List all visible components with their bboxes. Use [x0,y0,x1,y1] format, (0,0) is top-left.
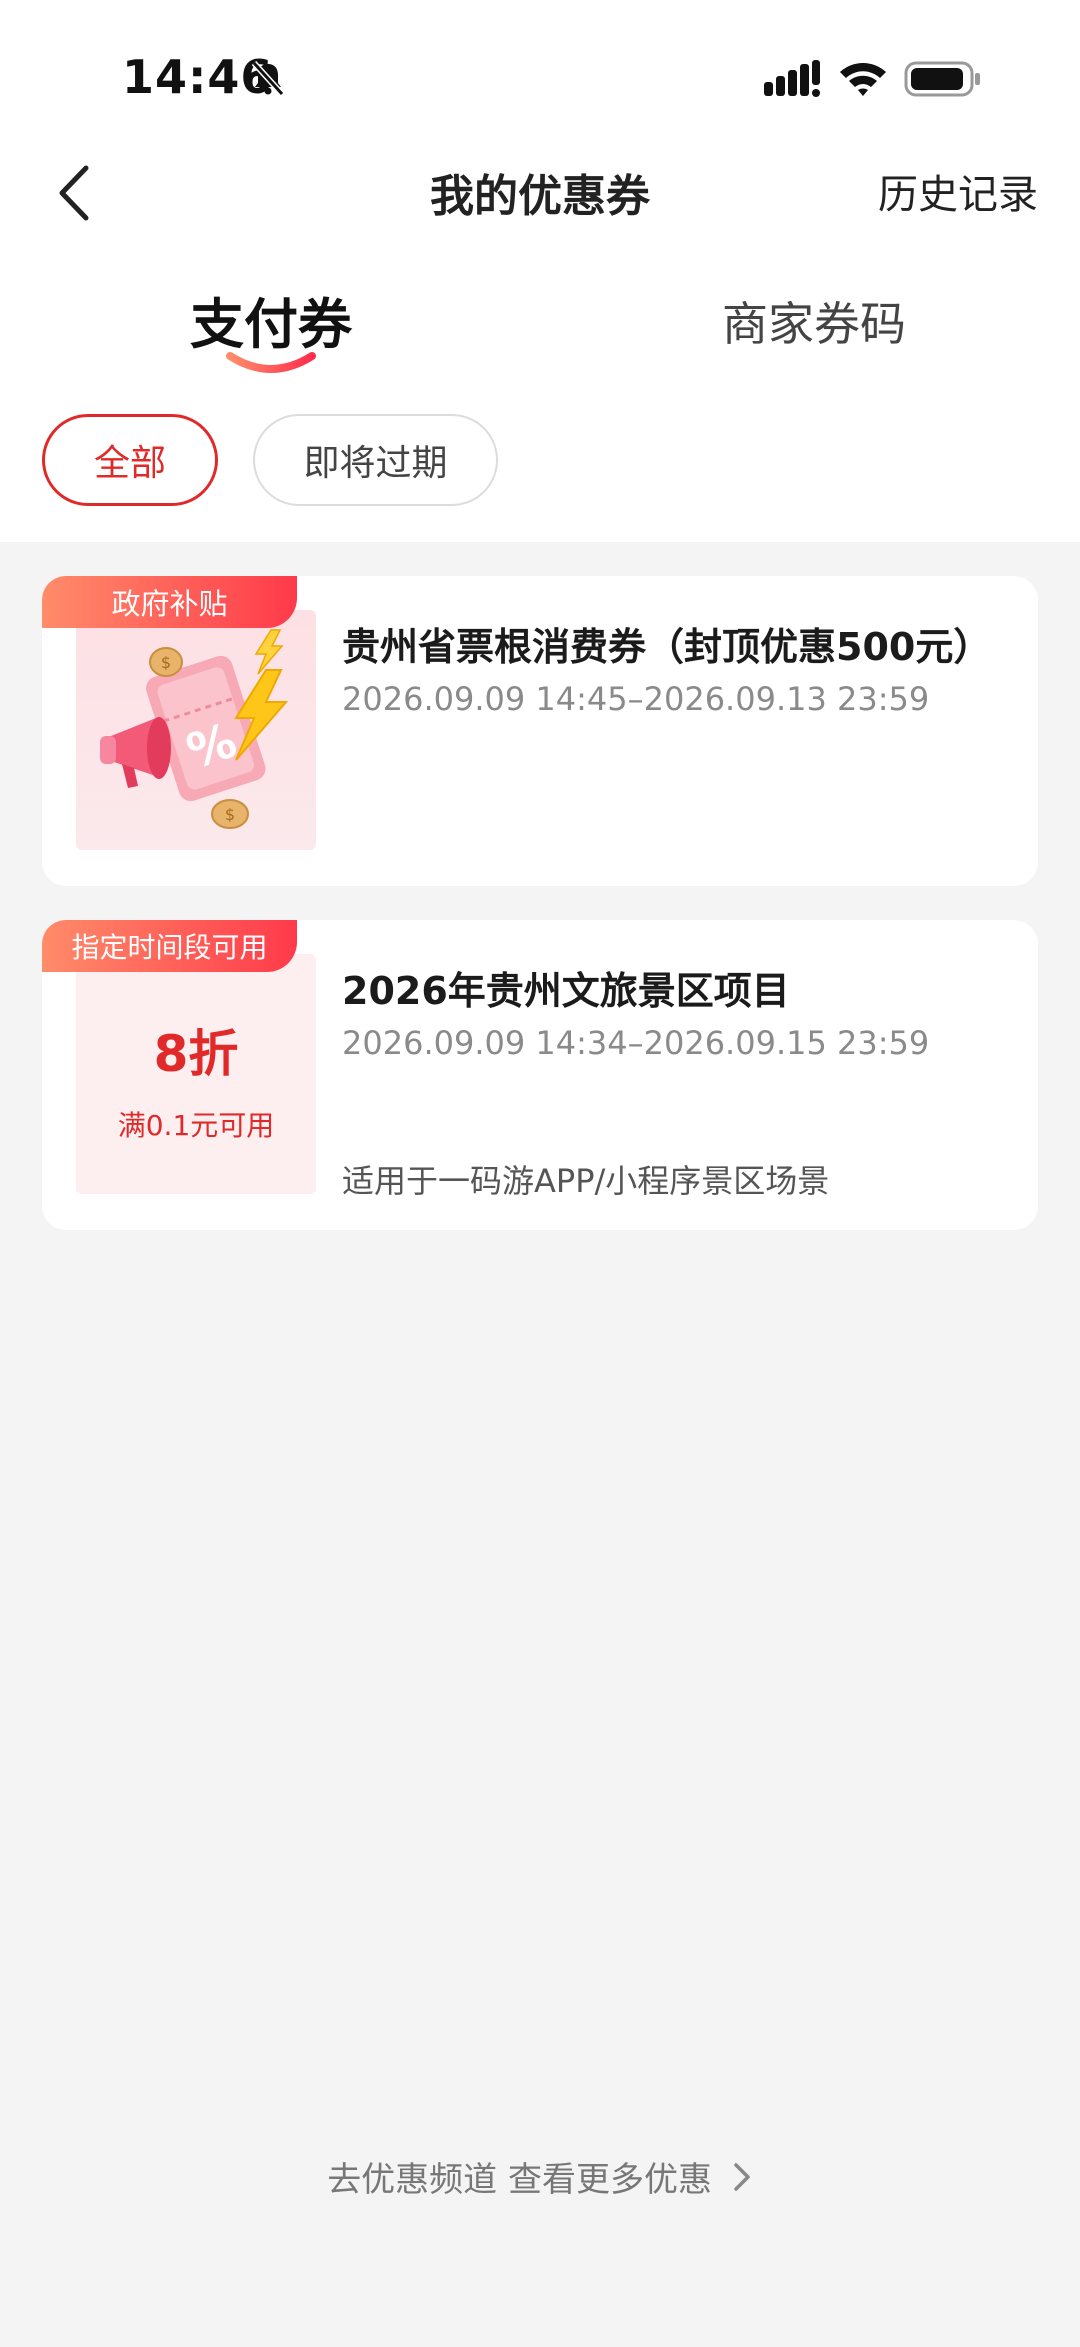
discount-condition: 满0.1元可用 [117,1109,275,1142]
coupon-type-tabs: 支付券 商家券码 [0,270,1080,380]
filter-all-chip[interactable]: 全部 [42,414,218,506]
history-records-link[interactable]: 历史记录 [878,162,1038,220]
coupon-validity: 2026.09.09 14:34–2026.09.15 23:59 [342,1024,930,1062]
coupon-thumbnail: % $ $ [76,610,316,850]
coupon-validity: 2026.09.09 14:45–2026.09.13 23:59 [342,680,930,718]
coupon-title: 贵州省票根消费券（封顶优惠500元） [342,625,992,669]
cellular-signal-icon [764,60,820,97]
coupon-usage-note: 适用于一码游APP/小程序景区场景 [342,1162,830,1200]
svg-text:$: $ [161,653,171,672]
more-offers-link[interactable]: 去优惠频道 查看更多优惠 [0,2152,1080,2201]
active-tab-indicator [226,352,316,373]
battery-icon [904,61,980,97]
megaphone-percent-illustration: % $ $ [100,629,289,829]
bell-muted-icon [251,60,285,97]
coupon-title: 2026年贵州文旅景区项目 [342,969,790,1013]
discount-value: 8折 [153,1025,239,1083]
nav-bar: 我的优惠券 历史记录 [0,130,1080,250]
status-bar: 14:46 [0,0,1080,130]
svg-text:$: $ [225,805,235,824]
chevron-right-icon [734,2162,750,2191]
coupon-card[interactable]: 8折 满0.1元可用 指定时间段可用 2026年贵州文旅景区项目 2026.09… [42,920,1038,1230]
coupon-discount-panel: 8折 满0.1元可用 [76,954,316,1194]
tab-merchant-codes[interactable]: 商家券码 [722,288,906,354]
coupon-card[interactable]: % $ $ 政府补贴 贵州省票根消费券（封顶优惠500元） 2026.09.09… [42,576,1038,886]
filter-expiring-chip[interactable]: 即将过期 [253,414,498,506]
coupon-tag: 政府补贴 [42,576,297,628]
coupon-tag: 指定时间段可用 [42,920,297,972]
wifi-icon [840,63,886,96]
more-offers-label: 去优惠频道 查看更多优惠 [327,2160,712,2200]
header-area: 14:46 我的优惠券 历史记录 支付券 商家券码 全部 即将过期 [0,0,1080,542]
tab-payment-coupons[interactable]: 支付券 [190,280,352,359]
